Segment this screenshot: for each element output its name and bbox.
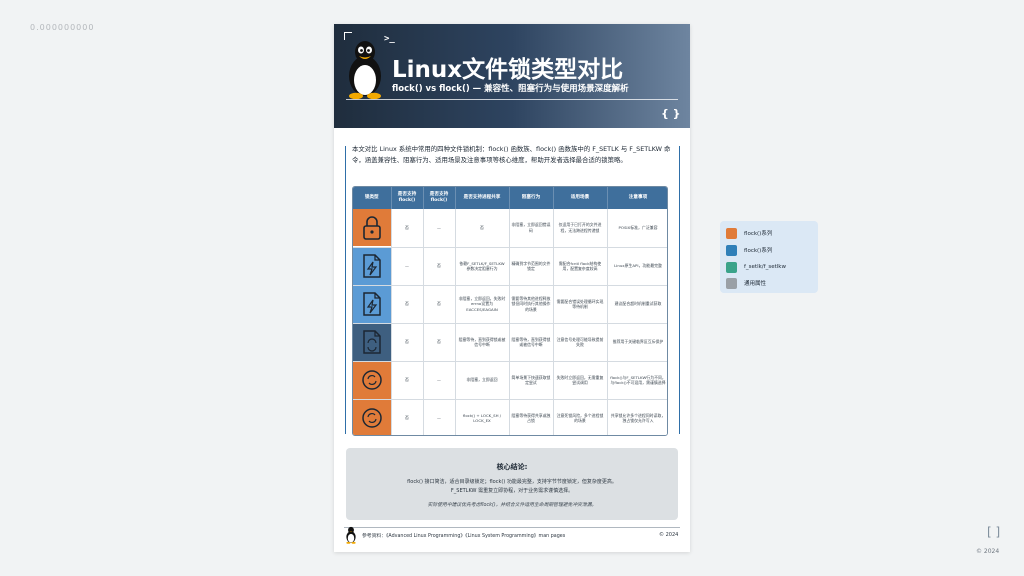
table-cell: 非阻塞，立即返回错误码 [509, 209, 554, 248]
file-sync-icon [353, 323, 391, 361]
table-cell: 否 [391, 323, 424, 362]
intro-paragraph: 本文对比 Linux 系统中常用的四种文件锁机制：flock() 函数族、flo… [352, 145, 671, 164]
conclusion-box: 核心结论: flock() 接口简洁，适合目录级锁定；flock() 功能最完整… [346, 448, 678, 520]
table-header: 是否支持 flock() [391, 187, 424, 209]
header-divider [346, 99, 678, 100]
table-row: 否 — 非阻塞，立即返回 简单场景下快速获取锁定尝试 失败时立即返回，无需重复尝试调用 f… [353, 361, 667, 400]
table-row: 否否非阻塞，立即返回，失败时errno设置为EACCES/EAGAIN 需要等待其… [353, 285, 667, 324]
table-cell: 注意死锁风险，多个进程锁的场景 [553, 399, 608, 435]
lock-type-cell [353, 247, 392, 286]
lock-type-cell [353, 285, 392, 324]
table-cell: 阻塞等待，直到获得锁或被信号中断 [509, 323, 554, 362]
lock-type-cell [353, 399, 392, 435]
conclusion-note: 实际使用中建议优先考虑flock()，并结合文件适用生命周期管理避免冲突泄漏。 [427, 503, 597, 508]
footer-reference: 参考资料：《Advanced Linux Programming》《Linux … [362, 534, 566, 539]
table-cell: 需配合fcntl flock结构使用，配置复杂度较高 [553, 247, 608, 286]
legend-swatch [726, 261, 737, 273]
legend-swatch [726, 227, 737, 239]
table-header: 是否支持进程共享 [455, 187, 510, 209]
table-cell: 否 [423, 247, 456, 286]
table-cell: — [391, 247, 424, 286]
table-cell: 否 [391, 209, 424, 248]
table-header-row: 锁类型 是否支持 flock() 是否支持 flock() 是否支持进程共享 阻塞行… [353, 187, 667, 209]
record-sync-icon [353, 361, 391, 399]
conclusion-title: 核心结论: [496, 463, 528, 471]
table-header: 锁类型 [353, 187, 392, 209]
table-cell: 否 [391, 361, 424, 400]
page-title: Linux文件锁类型对比 [392, 57, 624, 83]
code-braces-icon: { } [661, 107, 681, 120]
legend: flock()系列 flock()系列 f_setlk/f_setlkw 通用属… [720, 221, 818, 293]
table-cell: 推荐用于关键临界区互斥保护 [607, 323, 667, 362]
footer-divider [344, 527, 680, 528]
table-cell: 依赖F_SETLK/F_SETLKW参数决定阻塞行为 [455, 247, 510, 286]
table-cell: Linux原生API，功能最完整 [607, 247, 667, 286]
legend-item: f_setlk/f_setlkw [726, 261, 786, 273]
table-cell: 否 [423, 285, 456, 324]
table-cell: 阻塞等待，直到获得锁或被信号中断 [455, 323, 510, 362]
lock-type-cell [353, 209, 392, 248]
page-subtitle: flock() vs flock() — 兼容性、阻塞行为与使用场景深度解析 [392, 84, 629, 94]
table-cell: 非阻塞，立即返回，失败时errno设置为EACCES/EAGAIN [455, 285, 510, 324]
tux-penguin-icon [346, 526, 356, 544]
lock-type-cell [353, 323, 392, 362]
tux-penguin-icon [349, 41, 381, 100]
table-cell: flock() + LOCK_SH / LOCK_EX [455, 399, 510, 435]
legend-item: flock()系列 [726, 244, 772, 256]
conclusion-line: flock() 接口简洁，适合目录级锁定；flock() 功能最完整，支持字节节… [407, 479, 617, 485]
table-cell: 共享锁允许多个进程同时读取，独占锁仅允许写入 [607, 399, 667, 435]
table-cell: 否 [423, 323, 456, 362]
table-cell: 简单场景下快速获取锁定尝试 [509, 361, 554, 400]
table-cell: 需要等待其他进程释放锁但同时执行其他操作的场景 [509, 285, 554, 324]
lock-type-cell [353, 361, 392, 400]
legend-label: flock()系列 [744, 248, 773, 254]
table-cell: 需要配合错误处理循环实现等待机制 [553, 285, 608, 324]
table-cell: 否 [455, 209, 510, 248]
legend-label: flock()系列 [744, 231, 773, 237]
table-cell: 非阻塞，立即返回 [455, 361, 510, 400]
table-cell: 注意信号处理可能导致提前失败 [553, 323, 608, 362]
comparison-table: 锁类型 是否支持 flock() 是否支持 flock() 是否支持进程共享 阻塞行… [352, 186, 668, 436]
corner-bracket-icon: [ ] [987, 525, 1001, 539]
table-row: — 否依赖F_SETLK/F_SETLKW参数决定阻塞行为 精确到字节范围的文件锁定… [353, 247, 667, 286]
table-header: 适用场景 [553, 187, 608, 209]
table-cell: 仅适用于已打开的文件进程，无法跨进程传递锁 [553, 209, 608, 248]
padlock-icon [353, 209, 391, 247]
corner-copyright: © 2024 [976, 548, 1000, 555]
table-cell: 否 [391, 285, 424, 324]
table-cell: POSIX标准，广泛兼容 [607, 209, 667, 248]
table-header: 是否支持 flock() [423, 187, 456, 209]
table-cell: 建议配合超时机制重试获取 [607, 285, 667, 324]
footer-copyright: © 2024 [659, 532, 679, 538]
legend-swatch [726, 244, 737, 256]
table-row: 否 — flock() + LOCK_SH / LOCK_EX 阻塞等待获得共享或独占… [353, 399, 667, 435]
table-cell: — [423, 361, 456, 400]
conclusion-line: F_SETLKW 需重复立即协程，对于业务需求谨慎选择。 [450, 488, 574, 494]
legend-item: flock()系列 [726, 227, 772, 239]
file-lightning-icon [353, 247, 391, 285]
table-cell: 阻塞等待获得共享或独占锁 [509, 399, 554, 435]
table-header: 阻塞行为 [509, 187, 554, 209]
table-header: 注意事项 [607, 187, 667, 209]
table-row: 否 — 否非阻塞，立即返回错误码 仅适用于已打开的文件进程，无法跨进程传递锁 POSIX… [353, 209, 667, 248]
table-cell: — [423, 209, 456, 248]
top-left-text: 0.000000000 [30, 23, 95, 32]
legend-swatch [726, 277, 737, 289]
table-cell: 精确到字节范围的文件锁定 [509, 247, 554, 286]
table-cell: flock()与F_SETLKW行为不同，与flock()不可混用，需谨慎选择 [607, 361, 667, 400]
poster-header: >_ Linux文件锁类型对比 flock() vs flock() — 兼容性… [334, 24, 690, 128]
legend-label: f_setlk/f_setlkw [744, 264, 786, 270]
table-cell: — [423, 399, 456, 435]
table-cell: 失败时立即返回，无需重复尝试调用 [553, 361, 608, 400]
file-lightning-icon [353, 285, 391, 323]
poster: >_ Linux文件锁类型对比 flock() vs flock() — 兼容性… [334, 24, 690, 552]
legend-item: 通用属性 [726, 277, 766, 289]
conclusion-body: flock() 接口简洁，适合目录级锁定；flock() 功能最完整，支持字节节… [376, 478, 648, 496]
record-sync-icon [353, 399, 391, 435]
table-cell: 否 [391, 399, 424, 435]
legend-label: 通用属性 [744, 281, 767, 287]
table-row: 否否阻塞等待，直到获得锁或被信号中断 阻塞等待，直到获得锁或被信号中断 注意信号处理… [353, 323, 667, 362]
